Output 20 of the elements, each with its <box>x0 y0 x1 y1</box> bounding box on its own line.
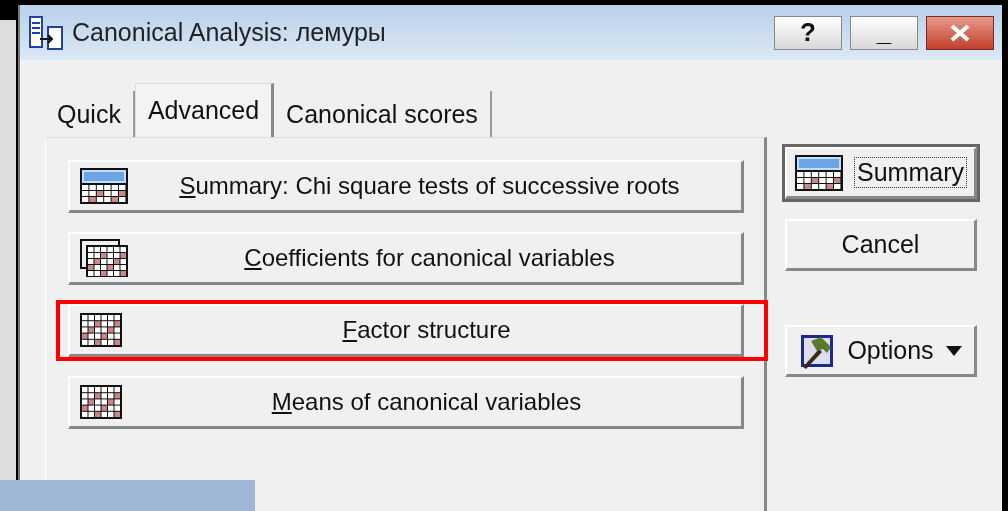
action-button[interactable]: Summary <box>785 147 977 199</box>
tab[interactable]: Advanced <box>134 83 275 137</box>
close-button[interactable] <box>926 15 994 50</box>
table-icon <box>80 239 128 277</box>
help-button[interactable]: ? <box>774 15 842 50</box>
close-icon <box>948 23 972 42</box>
results-button[interactable]: Summary: Chi square tests of successive roots <box>68 160 744 213</box>
results-button[interactable]: Factor structure <box>68 304 744 357</box>
action-button[interactable]: Cancel <box>785 219 977 271</box>
results-button[interactable]: Means of canonical variables <box>68 376 744 429</box>
action-button[interactable]: Options <box>785 325 977 377</box>
results-button[interactable]: Coefficients for canonical variables <box>68 232 744 285</box>
hammer-icon <box>799 332 836 369</box>
table-icon <box>80 385 122 419</box>
minimize-button[interactable]: _ <box>850 15 918 50</box>
table-icon <box>80 313 122 347</box>
app-icon <box>28 14 64 51</box>
table-icon <box>80 168 128 204</box>
window-title: Canonical Analysis: лемуры <box>72 18 387 47</box>
table-icon <box>795 154 843 191</box>
